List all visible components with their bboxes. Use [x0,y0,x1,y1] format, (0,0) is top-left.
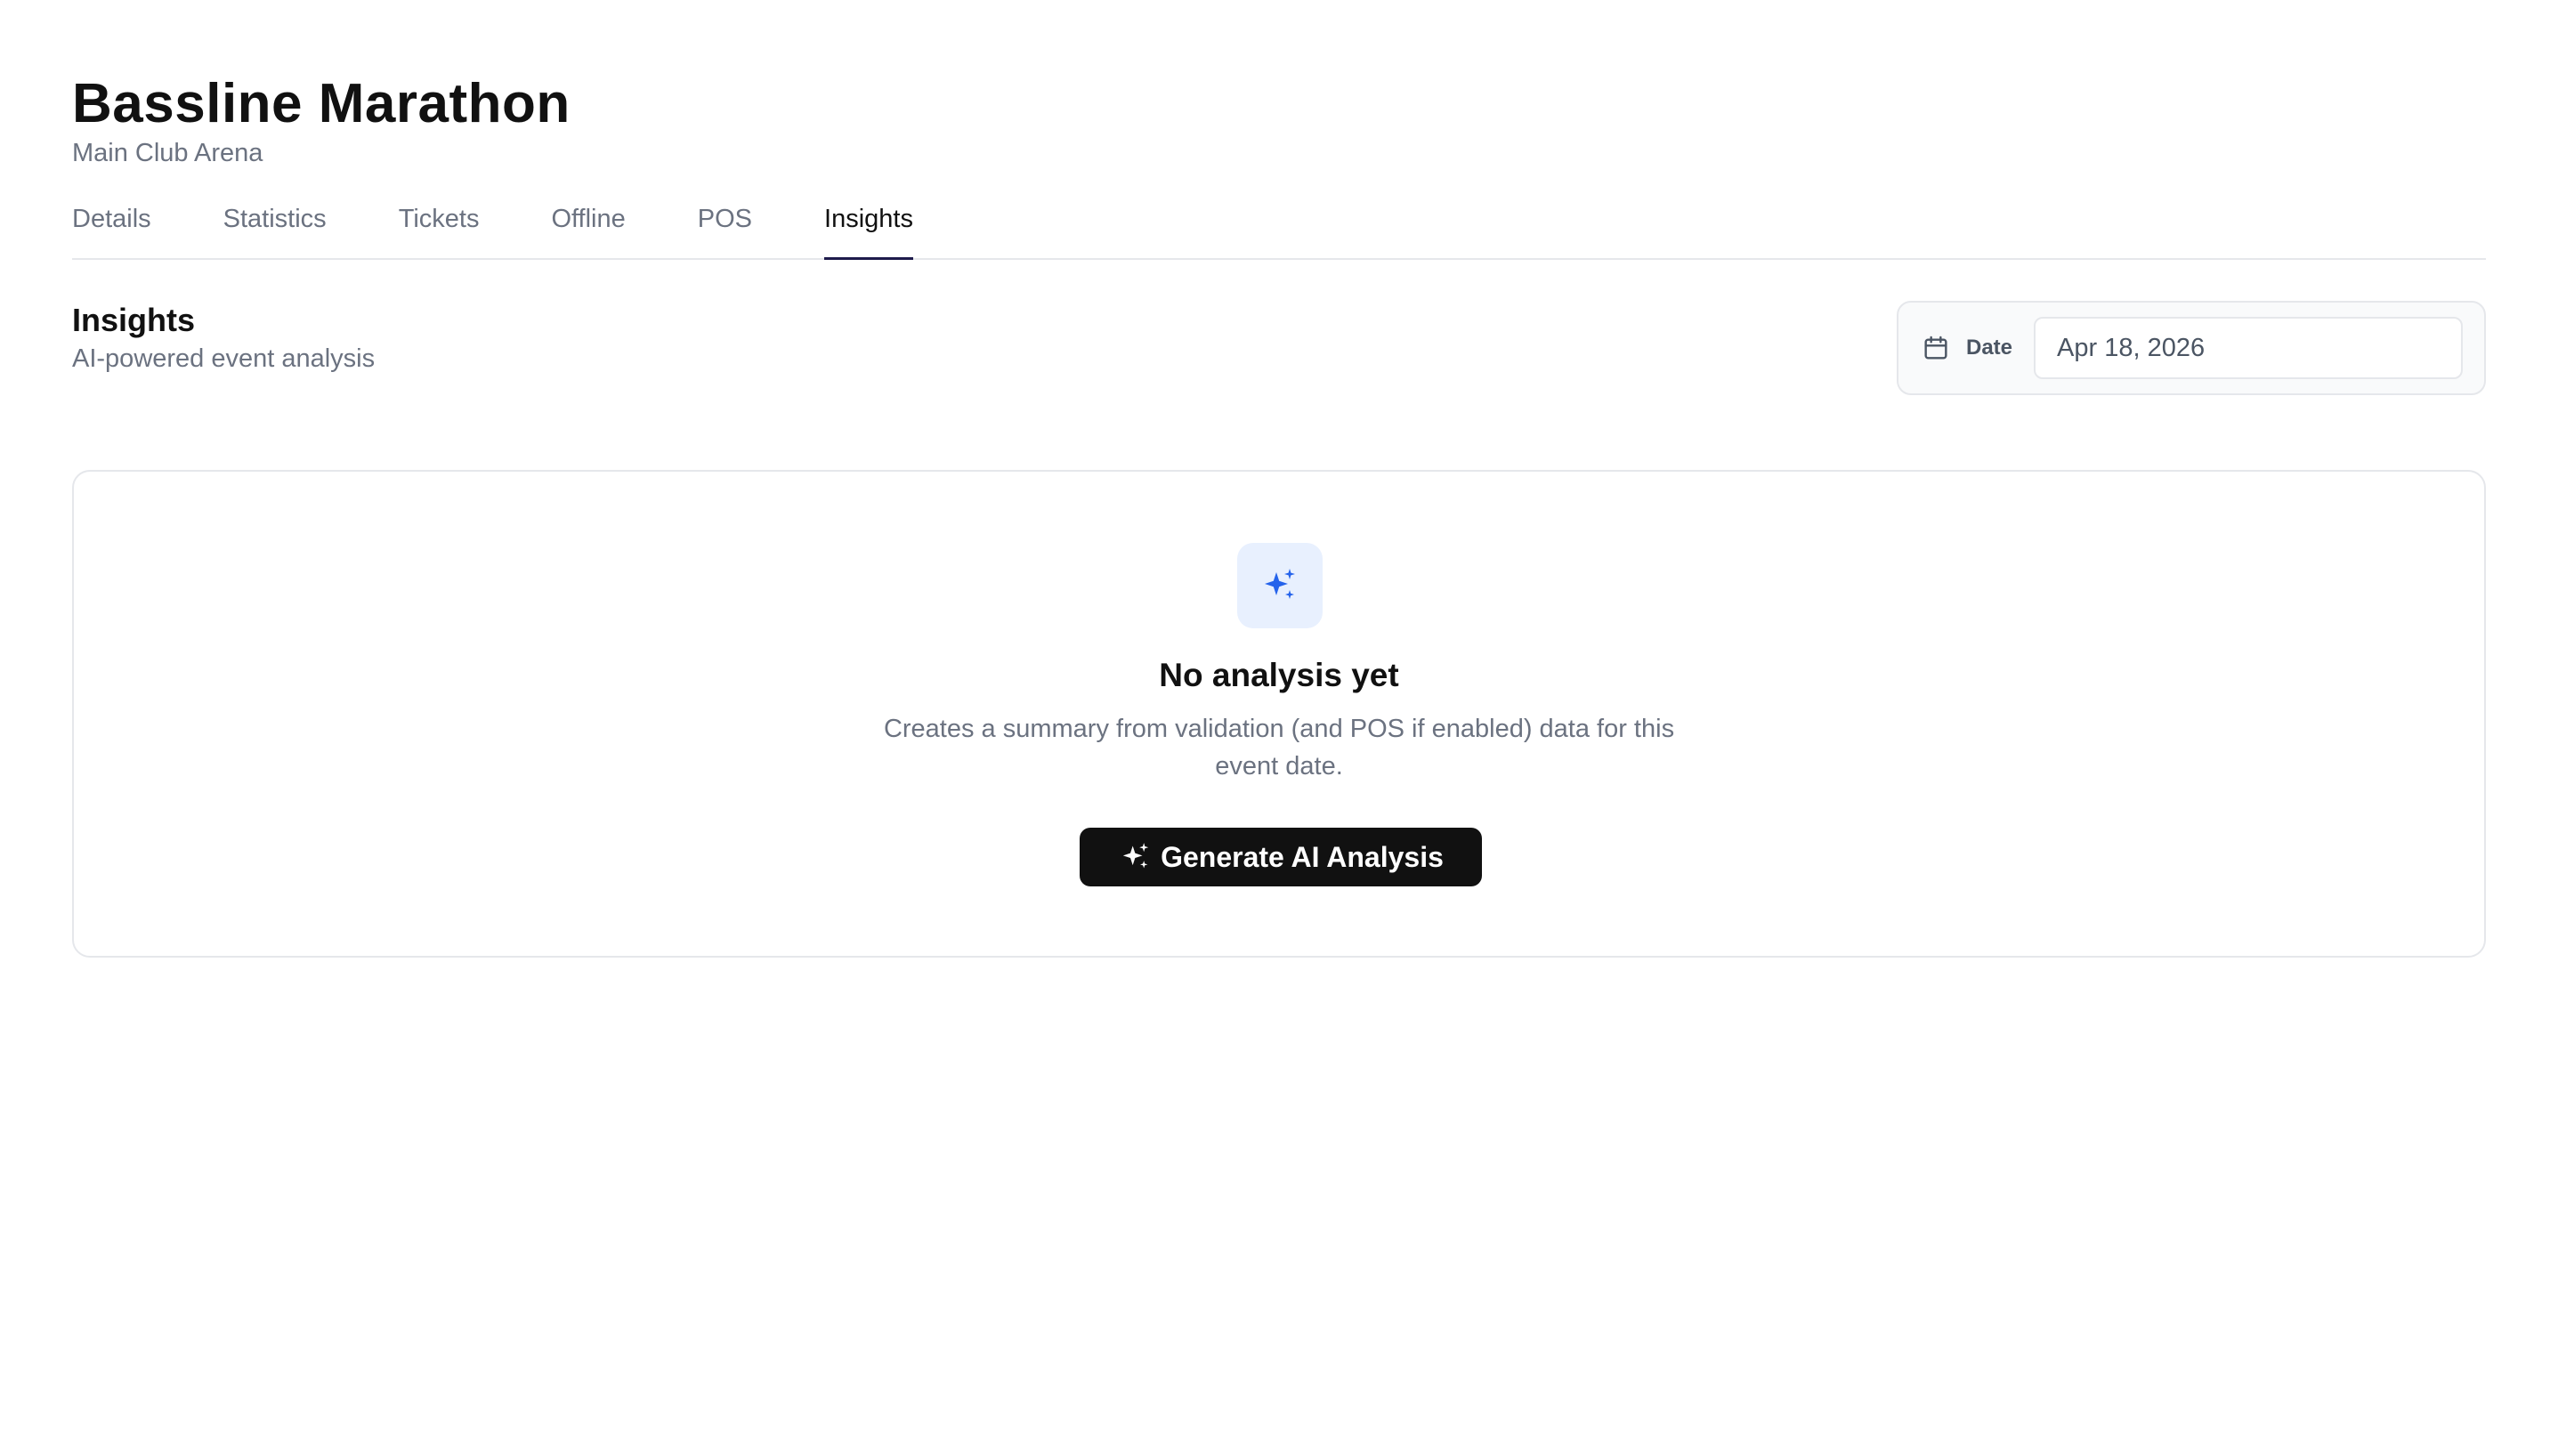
tab-statistics[interactable]: Statistics [223,203,327,258]
page: Bassline Marathon Main Club Arena Detail… [0,0,2558,1456]
tab-pos[interactable]: POS [698,203,752,258]
tab-tickets[interactable]: Tickets [399,203,480,258]
empty-state-title: No analysis yet [1159,657,1399,693]
tab-bar: Details Statistics Tickets Offline POS I… [72,203,2486,260]
event-title: Bassline Marathon [72,73,571,134]
generate-analysis-button[interactable]: Generate AI Analysis [1080,828,1482,886]
generate-analysis-label: Generate AI Analysis [1161,840,1444,873]
event-venue: Main Club Arena [72,139,263,167]
empty-state-card: No analysis yet Creates a summary from v… [72,470,2486,958]
tab-insights[interactable]: Insights [824,203,913,260]
sparkles-icon [1118,839,1154,875]
empty-state-description: Creates a summary from validation (and P… [883,715,1675,781]
tab-details[interactable]: Details [72,203,151,258]
calendar-icon [1922,334,1950,362]
tab-offline[interactable]: Offline [551,203,625,258]
insights-header: Insights AI-powered event analysis Date [72,301,2486,399]
date-input[interactable] [2034,317,2463,379]
date-label: Date [1966,336,2013,360]
date-picker: Date [1897,301,2486,395]
sparkles-icon [1237,543,1323,628]
